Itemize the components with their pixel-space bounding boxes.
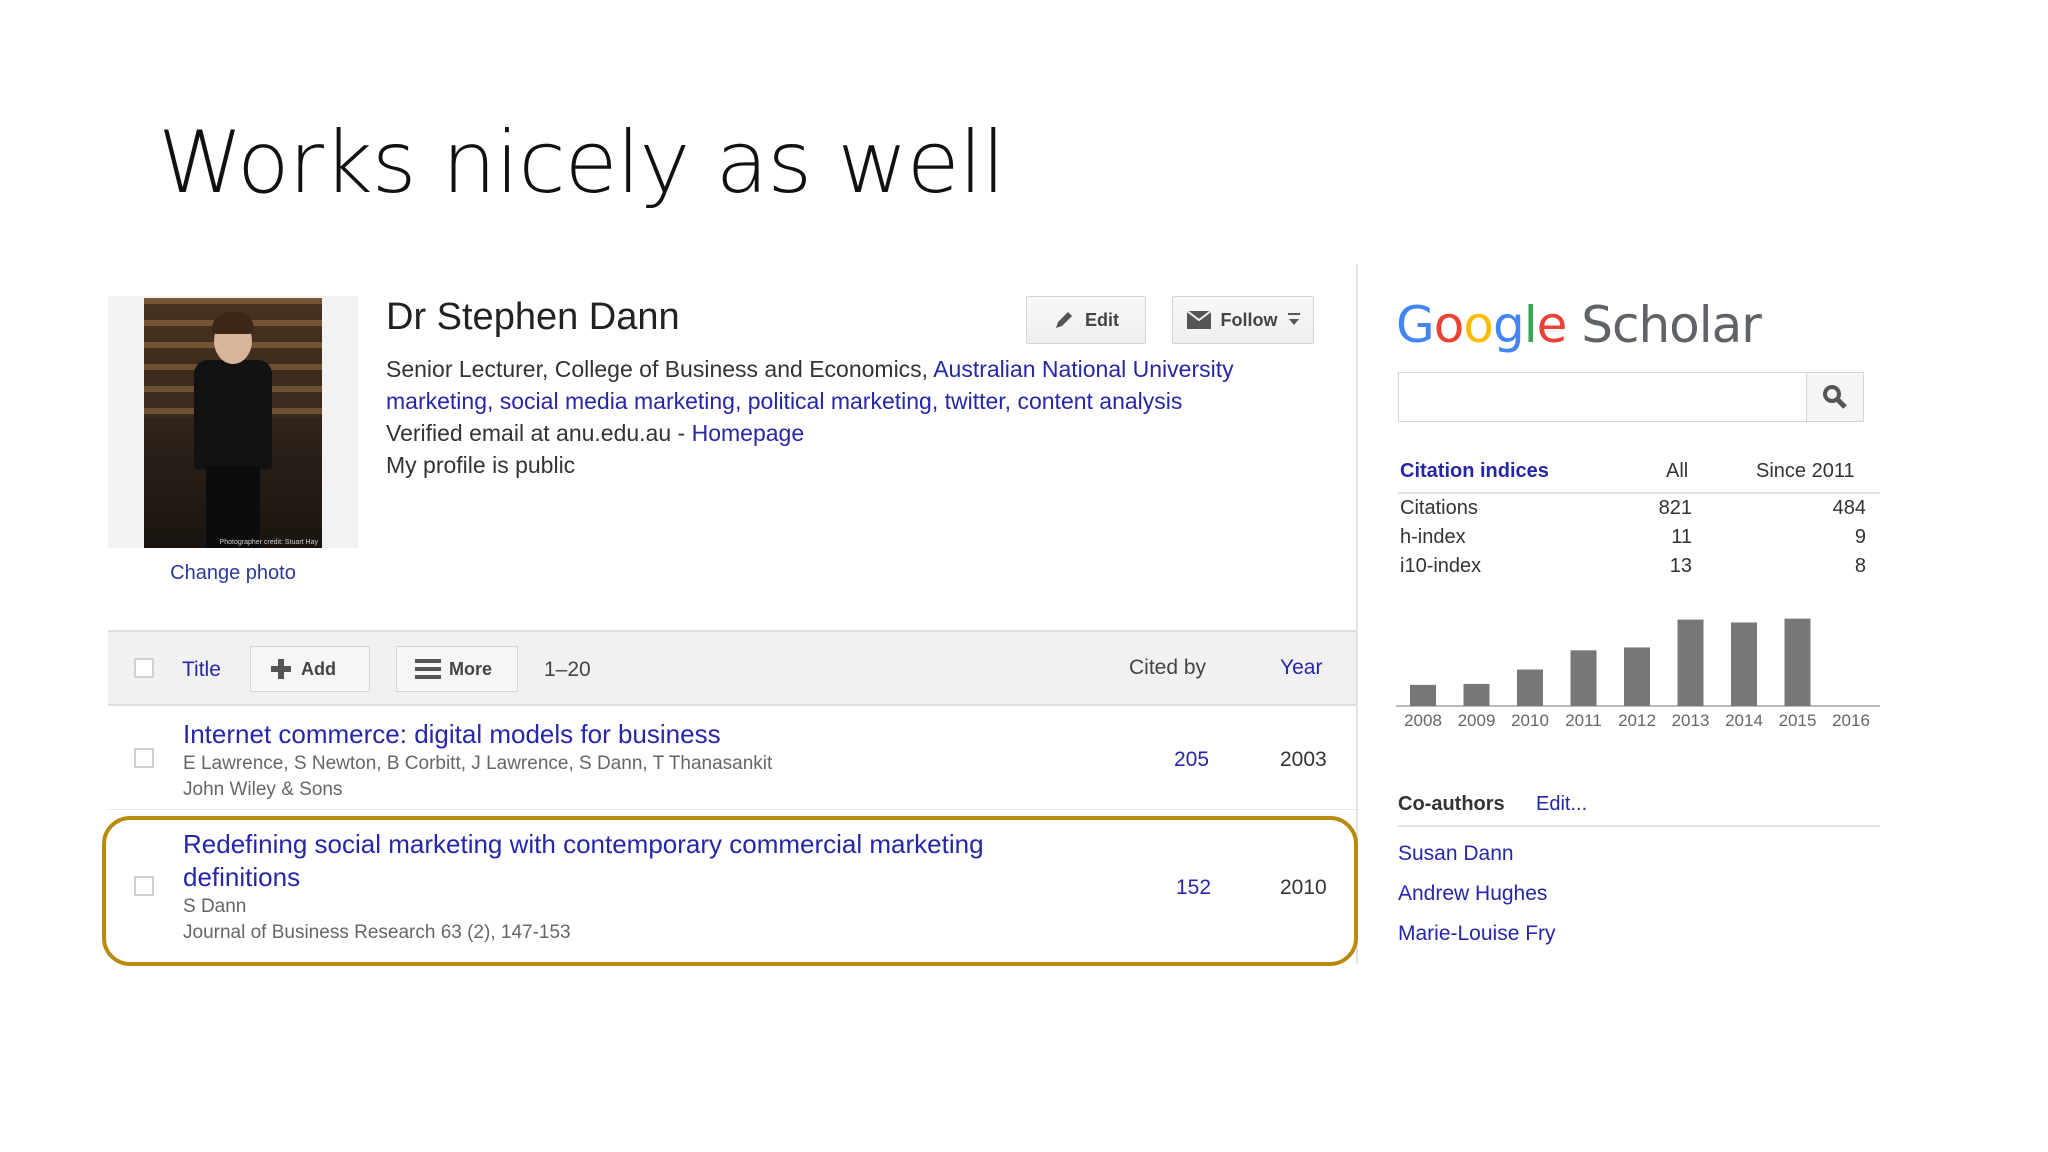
- chart-tick-label: 2008: [1404, 711, 1442, 730]
- citation-indices-header[interactable]: Citation indices: [1400, 460, 1549, 483]
- article-authors: E Lawrence, S Newton, B Corbitt, J Lawre…: [183, 753, 773, 774]
- chart-bar-2012[interactable]: [1624, 647, 1650, 706]
- coauthors-divider: [1398, 825, 1880, 827]
- select-all-checkbox[interactable]: [134, 658, 154, 678]
- profile-visibility: My profile is public: [386, 452, 576, 478]
- coauthors-edit-link[interactable]: Edit...: [1536, 793, 1587, 816]
- table-row: Internet commerce: digital models for bu…: [108, 706, 1356, 810]
- sort-by-title[interactable]: Title: [182, 658, 221, 682]
- logo-letter: e: [1536, 296, 1568, 354]
- affiliation: Senior Lecturer, College of Business and…: [386, 356, 1234, 383]
- pencil-icon: [1056, 312, 1072, 328]
- sort-by-year[interactable]: Year: [1280, 656, 1322, 680]
- follow-button[interactable]: Follow: [1172, 296, 1314, 344]
- homepage-link[interactable]: Homepage: [692, 420, 805, 446]
- chart-tick-label: 2015: [1779, 711, 1817, 730]
- follow-label: Follow: [1220, 309, 1278, 330]
- chart-bar-2008[interactable]: [1410, 684, 1436, 706]
- search-icon: [1823, 385, 1847, 409]
- h-index-label: h-index: [1400, 526, 1466, 548]
- chart-tick-label: 2014: [1725, 711, 1763, 730]
- google-scholar-logo[interactable]: Google Scholar: [1396, 296, 1762, 354]
- add-button[interactable]: Add: [250, 646, 370, 692]
- chart-tick-label: 2010: [1511, 711, 1549, 730]
- interests-links[interactable]: marketing, social media marketing, polit…: [386, 388, 1182, 414]
- article-year: 2003: [1280, 748, 1327, 771]
- email-text: Verified email at anu.edu.au -: [386, 420, 692, 446]
- dropdown-arrow-icon: [1287, 313, 1300, 325]
- profile-photo-frame: Photographer credit: Stuart Hay: [108, 296, 358, 548]
- menu-icon: [415, 659, 441, 679]
- row-divider: [108, 809, 1356, 810]
- logo-letter: o: [1463, 296, 1494, 354]
- change-photo-link[interactable]: Change photo: [108, 562, 358, 585]
- logo-letter: g: [1492, 296, 1525, 354]
- envelope-icon: [1186, 311, 1211, 329]
- affiliation-link[interactable]: Australian National University: [933, 356, 1233, 382]
- profile-photo[interactable]: Photographer credit: Stuart Hay: [144, 298, 322, 548]
- chart-bar-2015[interactable]: [1784, 618, 1811, 706]
- logo-scholar: Scholar: [1581, 296, 1762, 354]
- coauthor-link[interactable]: Susan Dann: [1398, 842, 1514, 866]
- coauthor-link[interactable]: Andrew Hughes: [1398, 882, 1547, 906]
- i10-index-all: 13: [1669, 555, 1692, 577]
- citations-all: 821: [1658, 497, 1692, 519]
- chart-bar-2010[interactable]: [1517, 669, 1543, 706]
- i10-index-since: 8: [1854, 555, 1866, 577]
- photo-credit: Photographer credit: Stuart Hay: [219, 539, 318, 546]
- chart-tick-label: 2013: [1672, 711, 1710, 730]
- article-venue: John Wiley & Sons: [183, 779, 343, 800]
- highlight-box: [102, 816, 1358, 966]
- add-label: Add: [301, 658, 336, 679]
- search-button[interactable]: [1806, 372, 1864, 422]
- result-range: 1–20: [544, 658, 591, 681]
- chart-bar-2013[interactable]: [1677, 619, 1704, 706]
- sort-by-cited[interactable]: Cited by: [1129, 656, 1206, 680]
- chart-tick-label: 2012: [1618, 711, 1656, 730]
- more-button[interactable]: More: [396, 646, 518, 692]
- col-since-header: Since 2011: [1756, 460, 1855, 482]
- articles-table-header: Title Add More 1–20 Cited by Year: [108, 630, 1356, 706]
- logo-letter: G: [1396, 296, 1435, 354]
- affiliation-text: Senior Lecturer, College of Business and…: [386, 356, 934, 382]
- scholar-profile-screenshot: Photographer credit: Stuart Hay Change p…: [0, 0, 2048, 1152]
- coauthors-header: Co-authors: [1398, 793, 1505, 815]
- plus-icon: [271, 659, 291, 679]
- chart-tick-label: 2009: [1458, 711, 1496, 730]
- chart-bar-2014[interactable]: [1731, 622, 1757, 706]
- profile-name: Dr Stephen Dann: [386, 296, 680, 338]
- row-checkbox[interactable]: [134, 748, 154, 768]
- chart-tick-label: 2016: [1832, 711, 1870, 730]
- edit-label: Edit: [1085, 309, 1119, 330]
- research-interests[interactable]: marketing, social media marketing, polit…: [386, 388, 1182, 415]
- col-all-header: All: [1666, 460, 1689, 482]
- cited-by-count[interactable]: 205: [1174, 748, 1209, 772]
- i10-index-label: i10-index: [1400, 555, 1482, 577]
- edit-profile-button[interactable]: Edit: [1026, 296, 1146, 344]
- chart-bar-2009[interactable]: [1463, 683, 1490, 706]
- h-index-all: 11: [1671, 526, 1692, 548]
- citations-per-year-chart: 2008 2009 2010 2011 2012 2013 2014 2015 2016: [1396, 618, 1880, 730]
- more-label: More: [449, 658, 493, 679]
- logo-letter: l: [1523, 296, 1538, 354]
- logo-letter: o: [1433, 296, 1465, 354]
- citation-divider: [1398, 492, 1880, 494]
- article-title-link[interactable]: Internet commerce: digital models for bu…: [183, 718, 721, 751]
- chart-bar-2011[interactable]: [1570, 650, 1597, 706]
- scholar-search-input[interactable]: [1398, 372, 1808, 422]
- coauthor-link[interactable]: Marie-Louise Fry: [1398, 922, 1556, 946]
- citations-since: 484: [1832, 497, 1866, 519]
- logo-google: Google: [1396, 296, 1568, 354]
- chart-tick-label: 2011: [1565, 711, 1602, 730]
- verified-email: Verified email at anu.edu.au - Homepage: [386, 420, 804, 447]
- citations-label: Citations: [1400, 497, 1478, 519]
- h-index-since: 9: [1854, 526, 1866, 548]
